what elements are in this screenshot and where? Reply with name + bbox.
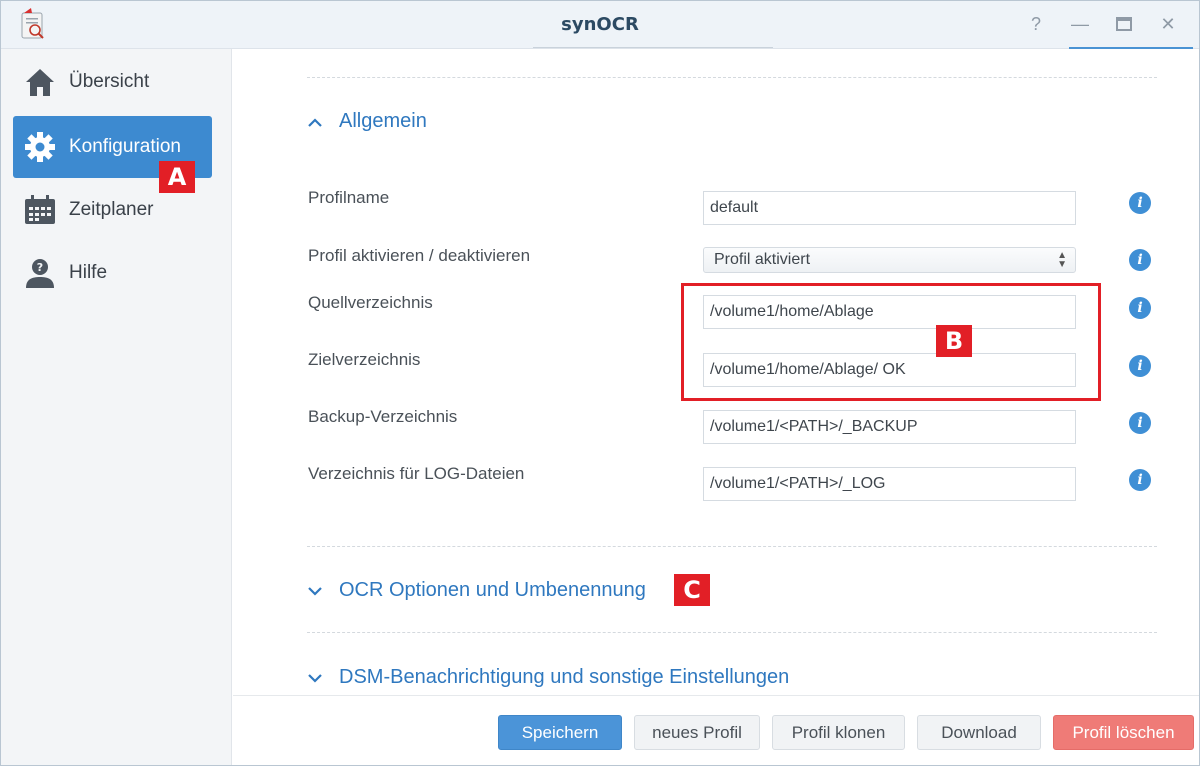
profil-status-select[interactable]: Profil aktiviert ▲ ▼	[703, 247, 1076, 273]
info-icon[interactable]: i	[1129, 192, 1151, 214]
info-icon[interactable]: i	[1129, 469, 1151, 491]
new-profile-button[interactable]: neues Profil	[634, 715, 760, 750]
chevron-down-icon	[308, 673, 322, 683]
select-arrows-icon: ▲ ▼	[1057, 250, 1067, 270]
info-icon[interactable]: i	[1129, 355, 1151, 377]
profilname-label: Profilname	[308, 188, 390, 207]
app-window: synOCR ? — ✕ Übersicht Konfiguration Zei…	[0, 0, 1200, 766]
close-icon[interactable]: ✕	[1157, 13, 1179, 35]
section-ocr-toggle[interactable]: OCR Optionen und Umbenennung	[307, 579, 646, 602]
zielverzeichnis-label: Zielverzeichnis	[308, 350, 421, 369]
highlight-box	[681, 283, 1101, 401]
section-divider	[307, 77, 1157, 78]
annotation-marker-a: A	[159, 161, 195, 193]
sidebar-item-hilfe[interactable]: ? Hilfe	[13, 242, 212, 304]
log-verzeichnis-input[interactable]: /volume1/<PATH>/_LOG	[703, 467, 1076, 501]
title-divider	[533, 47, 773, 48]
quellverzeichnis-label: Quellverzeichnis	[308, 293, 433, 312]
main-content: Allgemein Profilname default i Profil ak…	[233, 49, 1199, 695]
section-allgemein-toggle[interactable]: Allgemein	[307, 110, 427, 133]
section-title: Allgemein	[339, 110, 427, 132]
sidebar-item-uebersicht[interactable]: Übersicht	[13, 51, 212, 113]
sidebar-item-label: Konfiguration	[69, 136, 181, 157]
section-title: OCR Optionen und Umbenennung	[339, 579, 646, 601]
profilname-input[interactable]: default	[703, 191, 1076, 225]
annotation-marker-c: C	[674, 574, 710, 606]
save-button[interactable]: Speichern	[498, 715, 622, 750]
backup-verzeichnis-input[interactable]: /volume1/<PATH>/_BACKUP	[703, 410, 1076, 444]
log-verzeichnis-label: Verzeichnis für LOG-Dateien	[308, 464, 525, 483]
help-person-icon: ?	[23, 256, 57, 290]
chevron-up-icon	[308, 117, 322, 127]
gear-icon	[23, 130, 57, 164]
clone-profile-button[interactable]: Profil klonen	[772, 715, 905, 750]
download-button[interactable]: Download	[917, 715, 1041, 750]
info-icon[interactable]: i	[1129, 412, 1151, 434]
section-dsm-toggle[interactable]: DSM-Benachrichtigung und sonstige Einste…	[307, 666, 789, 689]
annotation-marker-b: B	[936, 325, 972, 357]
chevron-down-icon	[308, 586, 322, 596]
section-title: DSM-Benachrichtigung und sonstige Einste…	[339, 666, 790, 688]
sidebar: Übersicht Konfiguration Zeitplaner ? Hil…	[1, 49, 232, 765]
sidebar-item-label: Hilfe	[69, 262, 108, 283]
help-icon[interactable]: ?	[1025, 13, 1047, 35]
backup-verzeichnis-label: Backup-Verzeichnis	[308, 407, 458, 426]
minimize-icon[interactable]: —	[1069, 13, 1091, 35]
aktivieren-label: Profil aktivieren / deaktivieren	[308, 246, 531, 265]
info-icon[interactable]: i	[1129, 249, 1151, 271]
maximize-icon[interactable]	[1113, 13, 1135, 35]
calendar-icon	[23, 193, 57, 227]
sidebar-item-label: Zeitplaner	[69, 199, 154, 220]
section-divider	[307, 546, 1157, 547]
window-title: synOCR	[561, 14, 639, 35]
section-divider	[307, 632, 1157, 633]
home-icon	[23, 65, 57, 99]
svg-text:?: ?	[37, 261, 43, 274]
info-icon[interactable]: i	[1129, 297, 1151, 319]
select-value: Profil aktiviert	[714, 251, 811, 268]
sidebar-item-label: Übersicht	[69, 71, 150, 92]
delete-profile-button[interactable]: Profil löschen	[1053, 715, 1194, 750]
title-bar: synOCR ? — ✕	[1, 1, 1199, 55]
footer-toolbar: Speichern neues Profil Profil klonen Dow…	[233, 695, 1199, 765]
